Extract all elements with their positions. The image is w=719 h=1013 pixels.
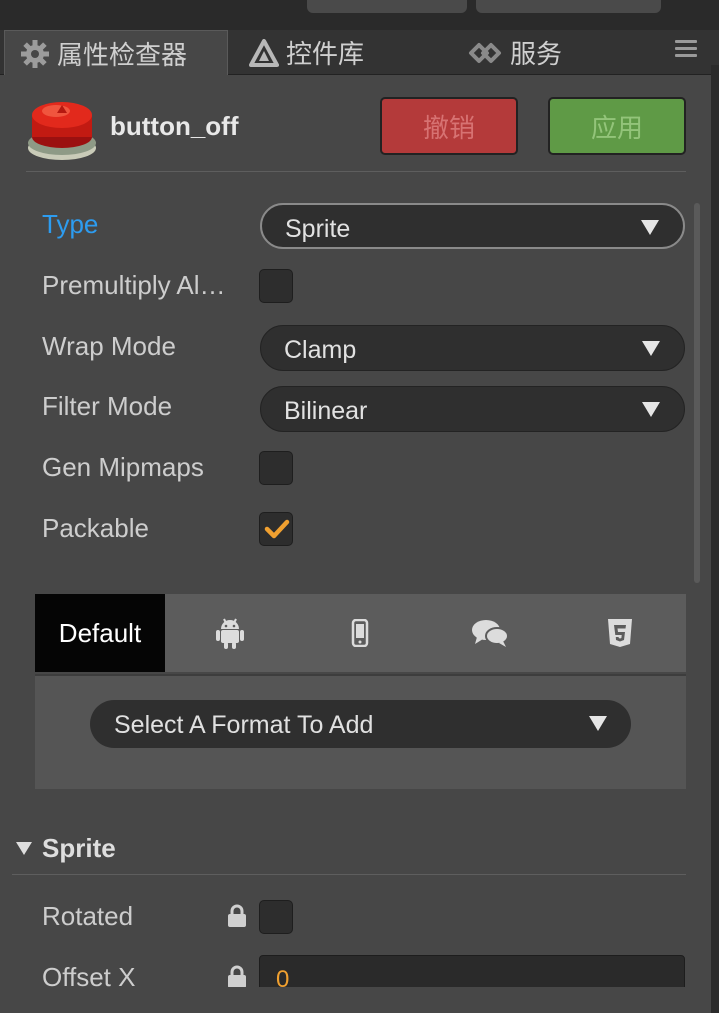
dropdown-arrow-icon [641,220,659,235]
inspector-panel: button_off 撤销 应用 Type Sprite Premultiply… [0,75,711,1013]
type-select[interactable]: Sprite [260,203,685,249]
filter-mode-label: Filter Mode [42,391,173,421]
scrollbar[interactable] [694,203,700,583]
lock-icon[interactable] [227,904,247,928]
tab-label: 控件库 [286,39,365,69]
premultiply-alpha-label: Premultiply Al… [42,270,226,300]
chat-bubbles-icon [472,620,509,647]
triangle-icon [248,37,280,69]
section-divider [12,874,686,875]
wrap-mode-label: Wrap Mode [42,331,176,361]
collapse-triangle-icon [16,842,32,855]
sprite-section-header[interactable]: Sprite [16,833,116,864]
checkmark-icon [264,519,290,539]
top-bar [0,0,719,30]
tab-services[interactable]: 服务 [466,30,636,75]
panel-tab-bar: 属性检查器 控件库 服务 [0,30,719,76]
rotated-label: Rotated [42,901,134,931]
type-select-value: Sprite [285,215,351,243]
dropdown-arrow-icon [589,716,607,731]
filter-mode-select[interactable]: Bilinear [260,386,685,432]
dropdown-arrow-icon [642,341,660,356]
asset-name: button_off [110,111,239,141]
panel-bottom-edge [0,987,711,1013]
tab-widget-library[interactable]: 控件库 [248,30,438,75]
type-label: Type [42,209,99,239]
revert-button[interactable]: 撤销 [380,97,518,155]
tab-platform-html5[interactable] [555,594,685,672]
top-bar-tab-stub[interactable] [476,0,661,13]
right-gutter [711,65,719,1013]
lock-icon[interactable] [227,965,247,989]
packable-label: Packable [42,513,149,543]
gear-icon [19,38,51,70]
html5-icon [608,619,632,647]
mobile-phone-icon [351,619,369,647]
top-bar-tab-stub[interactable] [307,0,467,13]
red-button-icon [26,93,98,163]
filter-mode-value: Bilinear [284,397,368,425]
tab-label: 服务 [510,39,563,69]
wrap-mode-select[interactable]: Clamp [260,325,685,371]
gen-mipmaps-checkbox[interactable] [259,451,293,485]
dropdown-arrow-icon [642,402,660,417]
format-select-value: Select A Format To Add [114,711,374,739]
panel-menu-icon[interactable] [675,40,697,58]
tab-label: Default [58,617,142,648]
tab-platform-android[interactable] [165,594,295,672]
android-icon [216,618,244,649]
cloud-link-icon [466,37,504,69]
apply-button[interactable]: 应用 [548,97,686,155]
tab-label: 属性检查器 [57,40,188,70]
platform-tabs: Default [35,594,686,672]
tab-platform-mobile[interactable] [295,594,425,672]
gen-mipmaps-label: Gen Mipmaps [42,452,204,482]
platform-settings-body: Select A Format To Add [35,674,686,789]
asset-header: button_off 撤销 应用 [26,93,686,173]
wrap-mode-value: Clamp [284,336,357,364]
tab-platform-wechat[interactable] [425,594,555,672]
packable-checkbox[interactable] [259,512,293,546]
rotated-checkbox[interactable] [259,900,293,934]
format-select[interactable]: Select A Format To Add [90,700,631,748]
premultiply-alpha-checkbox[interactable] [259,269,293,303]
tab-platform-default[interactable]: Default [35,594,165,672]
header-divider [26,171,686,172]
section-title: Sprite [42,833,116,863]
tab-inspector[interactable]: 属性检查器 [4,30,228,76]
